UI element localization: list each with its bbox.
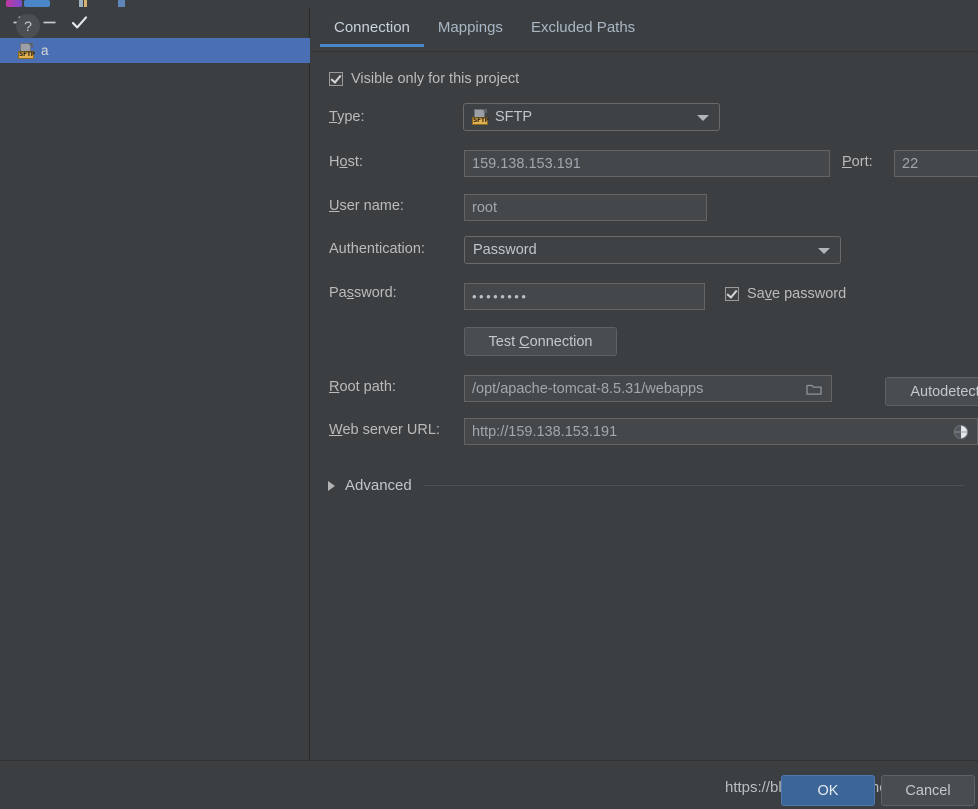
authentication-label-text: Authentication: bbox=[329, 241, 425, 257]
autodetect-button[interactable]: Autodetect bbox=[885, 377, 978, 406]
tab-mappings[interactable]: Mappings bbox=[424, 7, 517, 46]
list-item-label: a bbox=[41, 43, 49, 58]
visible-only-checkbox[interactable]: Visible only for this project bbox=[329, 71, 519, 87]
toolbar-fragment-1 bbox=[79, 0, 83, 7]
root-path-input-value: /opt/apache-tomcat-8.5.31/webapps bbox=[472, 380, 704, 397]
menu-fragment bbox=[24, 0, 50, 7]
tab-excluded-paths[interactable]: Excluded Paths bbox=[517, 7, 649, 46]
visible-only-checkbox-label: Visible only for this project bbox=[351, 71, 520, 87]
authentication-label: Authentication: bbox=[329, 241, 425, 257]
root-path-input[interactable]: /opt/apache-tomcat-8.5.31/webapps bbox=[464, 375, 832, 402]
type-label: Type: bbox=[329, 109, 365, 125]
tab-connection[interactable]: Connection bbox=[320, 7, 424, 47]
root-path-label: Root path: bbox=[329, 379, 396, 395]
connection-form: Visible only for this project Type: SFTP… bbox=[311, 53, 978, 760]
sftp-icon-badge: SFTP bbox=[18, 50, 35, 59]
save-password-checkbox[interactable]: Save password bbox=[725, 286, 846, 302]
web-server-url-label-text: eb server URL: bbox=[342, 422, 440, 438]
sftp-type-icon-badge: SFTP bbox=[472, 117, 489, 125]
server-list-sidebar: SFTP a bbox=[0, 7, 310, 760]
app-logo-fragment bbox=[6, 0, 22, 7]
use-as-default-button[interactable] bbox=[64, 10, 94, 36]
server-list[interactable]: SFTP a bbox=[0, 38, 310, 760]
user-name-label: User name: bbox=[329, 198, 404, 214]
root-path-label-text: oot path: bbox=[339, 379, 396, 395]
toolbar-fragment-2 bbox=[84, 0, 87, 7]
password-label-text: sword: bbox=[354, 285, 397, 301]
host-label-text: st: bbox=[347, 154, 363, 170]
sftp-server-icon: SFTP bbox=[18, 42, 35, 59]
chevron-right-icon[interactable] bbox=[328, 480, 335, 491]
password-input-value: •••••••• bbox=[472, 289, 529, 304]
port-input[interactable]: 22 bbox=[894, 150, 978, 177]
advanced-section-label: Advanced bbox=[345, 477, 412, 494]
web-server-url-input-value: http://159.138.153.191 bbox=[472, 423, 618, 440]
parent-window-titlebar-sliver bbox=[0, 0, 978, 7]
deployment-dialog-body: SFTP a Connection Mappings Excluded Path… bbox=[0, 7, 978, 760]
port-input-value: 22 bbox=[902, 155, 919, 172]
folder-icon[interactable] bbox=[806, 382, 822, 400]
save-password-checkbox-box[interactable] bbox=[725, 287, 739, 301]
port-label-text: ort: bbox=[851, 154, 873, 170]
port-label: Port: bbox=[842, 154, 873, 170]
connection-settings-pane: Connection Mappings Excluded Paths Visib… bbox=[311, 7, 978, 760]
cancel-button[interactable]: Cancel bbox=[881, 775, 975, 806]
chevron-down-icon[interactable] bbox=[697, 115, 709, 121]
user-name-label-text: ser name: bbox=[339, 198, 404, 214]
help-button[interactable]: ? bbox=[16, 14, 40, 38]
test-connection-button[interactable]: Test Connection bbox=[464, 327, 617, 356]
user-name-input[interactable]: root bbox=[464, 194, 707, 221]
test-connection-button-label: onnection bbox=[529, 333, 593, 350]
save-password-checkbox-label: e password bbox=[772, 286, 847, 302]
advanced-section-toggle[interactable]: Advanced bbox=[328, 477, 978, 494]
user-name-input-value: root bbox=[472, 199, 497, 216]
host-input-value: 159.138.153.191 bbox=[472, 155, 581, 172]
toolbar-fragment-3 bbox=[118, 0, 125, 7]
visible-only-checkbox-box[interactable] bbox=[329, 72, 343, 86]
type-combobox-value: SFTP bbox=[495, 109, 533, 125]
host-input[interactable]: 159.138.153.191 bbox=[464, 150, 830, 177]
password-input[interactable]: •••••••• bbox=[464, 283, 705, 310]
list-item[interactable]: SFTP a bbox=[0, 38, 310, 63]
globe-icon[interactable] bbox=[953, 424, 969, 444]
advanced-separator bbox=[423, 485, 964, 486]
web-server-url-input[interactable]: http://159.138.153.191 bbox=[464, 418, 978, 445]
authentication-combobox-value: Password bbox=[473, 242, 537, 258]
chevron-down-icon[interactable] bbox=[818, 248, 830, 254]
type-combobox[interactable]: SFTP SFTP bbox=[463, 103, 720, 131]
password-label: Password: bbox=[329, 285, 397, 301]
settings-tabs: Connection Mappings Excluded Paths bbox=[311, 7, 978, 52]
host-label: Host: bbox=[329, 154, 363, 170]
authentication-combobox[interactable]: Password bbox=[464, 236, 841, 264]
type-label-text: ype: bbox=[337, 109, 365, 125]
autodetect-button-label: Autodetect bbox=[910, 383, 978, 400]
ok-button[interactable]: OK bbox=[781, 775, 875, 806]
sidebar-toolbar bbox=[0, 7, 310, 38]
sftp-type-icon: SFTP bbox=[472, 109, 489, 125]
web-server-url-label: Web server URL: bbox=[329, 422, 440, 438]
